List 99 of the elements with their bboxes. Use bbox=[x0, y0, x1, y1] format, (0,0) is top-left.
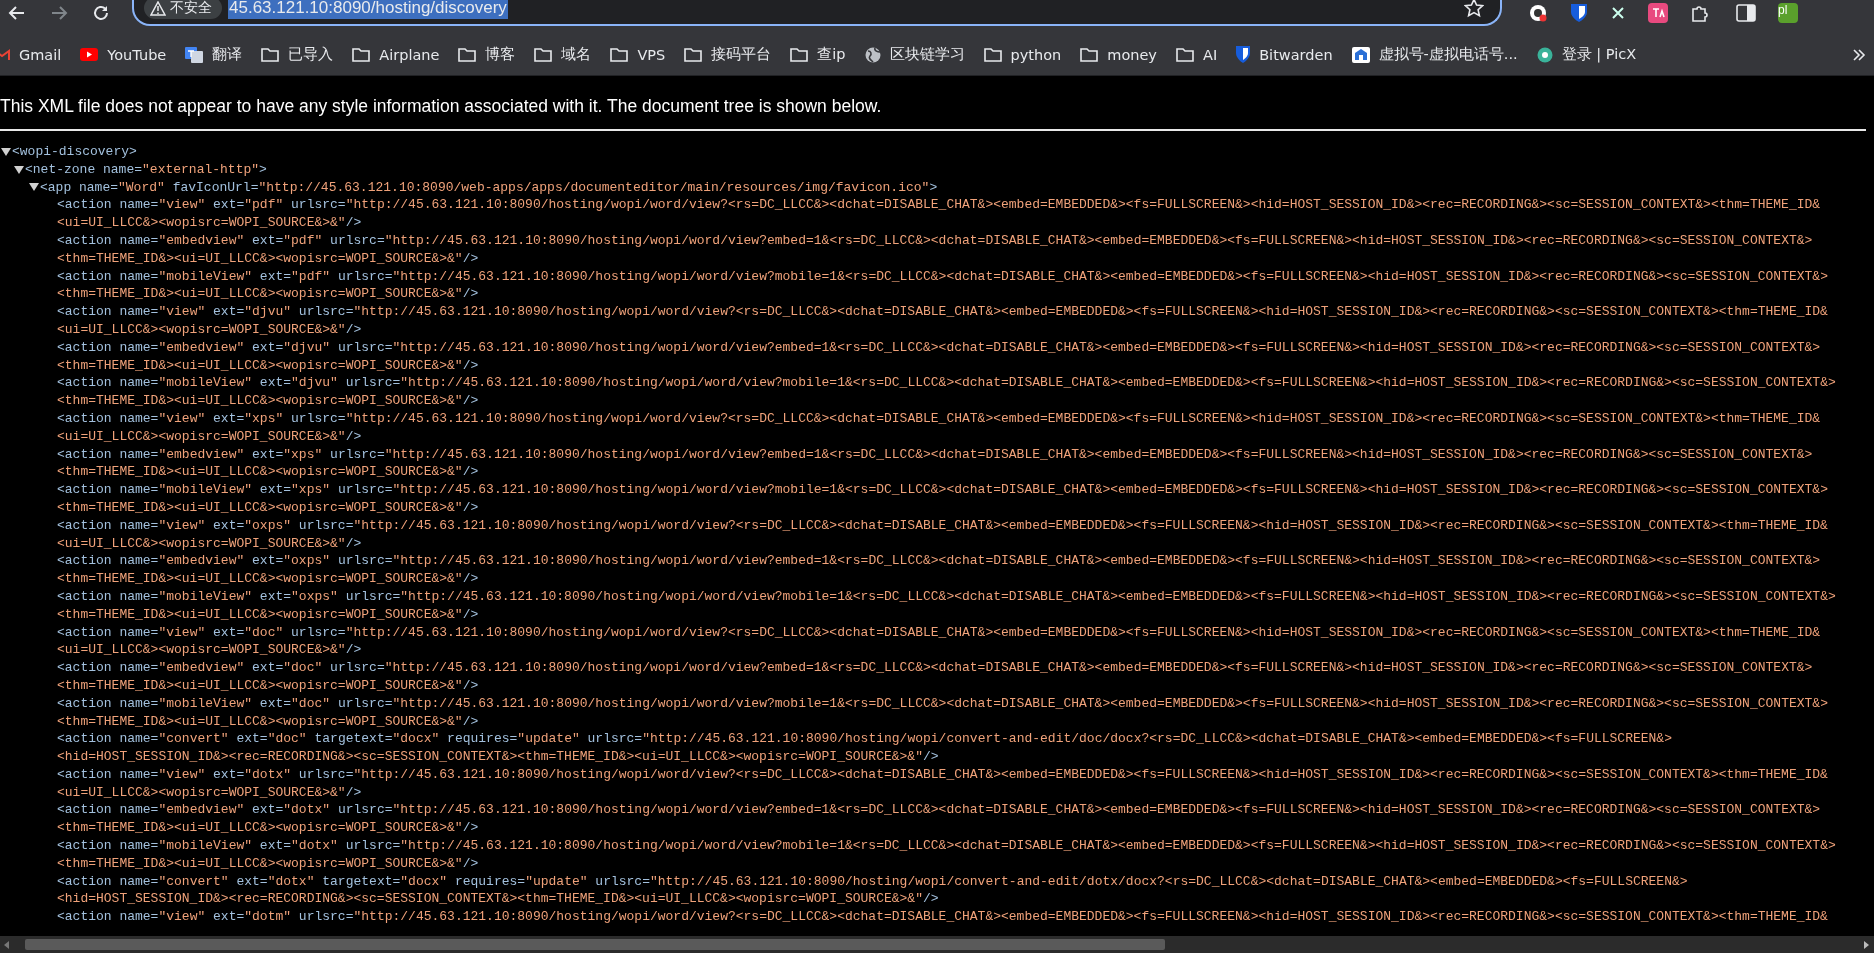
xml-line: <thm=THEME_ID&><ui=UI_LLCC&><wopisrc=WOPI_SOURCE&>&"/> bbox=[57, 854, 479, 873]
xml-line: <action name="embedview" ext="oxps" urlsrc="http://45.63.121.10:8090/hosting/wopi/word/view?embed=1&<rs=DC_LLCC&><dchat=DISABLE_CHAT&><embed=EMBEDDED&><fs=FULLSCREEN&><hid=HOST_SESSION_ID&><rec=RECORDING&><sc=SESSION_CONTEXT&> bbox=[57, 552, 1821, 571]
forward-icon[interactable] bbox=[50, 4, 68, 22]
folder-icon bbox=[684, 47, 703, 62]
xml-line: <action name="view" ext="oxps" urlsrc="http://45.63.121.10:8090/hosting/wopi/word/view?<rs=DC_LLCC&><dchat=DISABLE_CHAT&><embed=EMBEDDED&><fs=FULLSCREEN&><hid=HOST_SESSION_ID&><rec=RECORDING&><sc=SESSION_CONTEXT&><thm=THEME_ID& bbox=[57, 516, 1828, 535]
folder-icon bbox=[261, 47, 280, 62]
scroll-left-icon[interactable] bbox=[3, 940, 11, 949]
xml-line: <action name="convert" ext="doc" targetext="docx" requires="update" urlsrc="http://45.63.121.10:8090/hosting/wopi/convert-and-edit/doc/docx?<rs=DC_LLCC&><dchat=DISABLE_CHAT&><embed=EMBEDDED&><fs=FULLSCREEN&> bbox=[57, 730, 1672, 749]
xml-line: <hid=HOST_SESSION_ID&><rec=RECORDING&><sc=SESSION_CONTEXT&><thm=THEME_ID&><ui=UI_LLCC&><wopisrc=WOPI_SOURCE&>&"/> bbox=[57, 748, 939, 766]
xml-line: <action name="mobileView" ext="dotx" urlsrc="http://45.63.121.10:8090/hosting/wopi/word/view?mobile=1&<rs=DC_LLCC&><dchat=DISABLE_CHAT&><embed=EMBEDDED&><fs=FULLSCREEN&><hid=HOST_SESSION_ID&><rec=RECORDING&><sc=SESSION_CONTEXT&> bbox=[57, 837, 1836, 855]
translate-icon bbox=[185, 46, 204, 63]
bookmark-star-icon[interactable] bbox=[1464, 0, 1484, 18]
xml-line: <thm=THEME_ID&><ui=UI_LLCC&><wopisrc=WOPI_SOURCE&>&"/> bbox=[57, 570, 479, 588]
bookmark[interactable]: 区块链学习 bbox=[854, 41, 974, 68]
xml-line: <action name="convert" ext="dotx" targetext="docx" requires="update" urlsrc="http://45.63.121.10:8090/hosting/wopi/convert-and-edit/dotx/docx?<rs=DC_LLCC&><dchat=DISABLE_CHAT&><embed=EMBEDDED&><fs=FULLSCREEN&> bbox=[57, 872, 1688, 891]
xml-line: <ui=UI_LLCC&><wopisrc=WOPI_SOURCE&>&"/> bbox=[57, 783, 362, 802]
url-text: 45.63.121.10:8090/hosting/discovery bbox=[228, 0, 508, 19]
bookmark[interactable]: AI bbox=[1165, 42, 1227, 67]
bookmark[interactable]: 已导入 bbox=[251, 41, 343, 68]
xml-tag: <wopi-discovery> bbox=[12, 143, 137, 161]
bookmark[interactable]: money bbox=[1070, 42, 1166, 67]
folder-icon bbox=[983, 47, 1002, 62]
xml-line: <thm=THEME_ID&><ui=UI_LLCC&><wopisrc=WOPI_SOURCE&>&"/> bbox=[57, 463, 479, 482]
expand-triangle-icon[interactable] bbox=[28, 182, 40, 193]
xml-line: <thm=THEME_ID&><ui=UI_LLCC&><wopisrc=WOPI_SOURCE&>&"/> bbox=[57, 392, 479, 410]
xml-line: <action name="mobileView" ext="pdf" urlsrc="http://45.63.121.10:8090/hosting/wopi/word/view?mobile=1&<rs=DC_LLCC&><dchat=DISABLE_CHAT&><embed=EMBEDDED&><fs=FULLSCREEN&><hid=HOST_SESSION_ID&><rec=RECORDING&><sc=SESSION_CONTEXT&> bbox=[57, 267, 1828, 286]
xml-line: <action name="view" ext="dotm" urlsrc="http://45.63.121.10:8090/hosting/wopi/word/view?<rs=DC_LLCC&><dchat=DISABLE_CHAT&><embed=EMBEDDED&><fs=FULLSCREEN&><hid=HOST_SESSION_ID&><rec=RECORDING&><sc=SESSION_CONTEXT&><thm=THEME_ID& bbox=[57, 908, 1828, 927]
folder-icon bbox=[458, 47, 477, 62]
site-icon bbox=[1351, 46, 1370, 63]
xml-line: <ui=UI_LLCC&><wopisrc=WOPI_SOURCE&>&"/> bbox=[57, 641, 362, 660]
bookmark[interactable]: Bitwarden bbox=[1226, 42, 1342, 67]
xml-line: <action name="view" ext="dotx" urlsrc="http://45.63.121.10:8090/hosting/wopi/word/view?<rs=DC_LLCC&><dchat=DISABLE_CHAT&><embed=EMBEDDED&><fs=FULLSCREEN&><hid=HOST_SESSION_ID&><rec=RECORDING&><sc=SESSION_CONTEXT&><thm=THEME_ID& bbox=[57, 765, 1828, 784]
xml-line: <action name="mobileView" ext="oxps" urlsrc="http://45.63.121.10:8090/hosting/wopi/word/view?mobile=1&<rs=DC_LLCC&><dchat=DISABLE_CHAT&><embed=EMBEDDED&><fs=FULLSCREEN&><hid=HOST_SESSION_ID&><rec=RECORDING&><sc=SESSION_CONTEXT&> bbox=[57, 587, 1836, 606]
bookmark[interactable]: python bbox=[973, 42, 1071, 67]
xml-line: <thm=THEME_ID&><ui=UI_LLCC&><wopisrc=WOPI_SOURCE&>&"/> bbox=[57, 605, 479, 624]
play-icon bbox=[80, 48, 99, 61]
bookmark[interactable]: VPS bbox=[600, 42, 675, 67]
xml-line: <action name="embedview" ext="djvu" urlsrc="http://45.63.121.10:8090/hosting/wopi/word/view?embed=1&<rs=DC_LLCC&><dchat=DISABLE_CHAT&><embed=EMBEDDED&><fs=FULLSCREEN&><hid=HOST_SESSION_ID&><rec=RECORDING&><sc=SESSION_CONTEXT&> bbox=[57, 338, 1821, 357]
xml-line: <thm=THEME_ID&><ui=UI_LLCC&><wopisrc=WOPI_SOURCE&>&"/> bbox=[57, 819, 479, 838]
folder-icon bbox=[790, 47, 809, 62]
xml-line: <action name="mobileView" ext="doc" urlsrc="http://45.63.121.10:8090/hosting/wopi/word/view?mobile=1&<rs=DC_LLCC&><dchat=DISABLE_CHAT&><embed=EMBEDDED&><fs=FULLSCREEN&><hid=HOST_SESSION_ID&><rec=RECORDING&><sc=SESSION_CONTEXT&> bbox=[57, 694, 1828, 713]
shield-icon bbox=[1236, 46, 1251, 63]
xml-line: <thm=THEME_ID&><ui=UI_LLCC&><wopisrc=WOPI_SOURCE&>&"/> bbox=[57, 285, 479, 304]
bookmark[interactable]: 接码平台 bbox=[674, 41, 781, 68]
x-icon[interactable] bbox=[1610, 5, 1626, 21]
folder-icon bbox=[534, 47, 553, 62]
bookmark[interactable]: 域名 bbox=[524, 41, 601, 68]
xml-line: <thm=THEME_ID&><ui=UI_LLCC&><wopisrc=WOPI_SOURCE&>&"/> bbox=[57, 356, 479, 375]
xml-line: <action name="embedview" ext="xps" urlsrc="http://45.63.121.10:8090/hosting/wopi/word/view?embed=1&<rs=DC_LLCC&><dchat=DISABLE_CHAT&><embed=EMBEDDED&><fs=FULLSCREEN&><hid=HOST_SESSION_ID&><rec=RECORDING&><sc=SESSION_CONTEXT&> bbox=[57, 445, 1813, 464]
xml-line: <ui=UI_LLCC&><wopisrc=WOPI_SOURCE&>&"/> bbox=[57, 320, 362, 339]
xml-line: <hid=HOST_SESSION_ID&><rec=RECORDING&><sc=SESSION_CONTEXT&><thm=THEME_ID&><ui=UI_LLCC&><wopisrc=WOPI_SOURCE&>&"/> bbox=[57, 890, 939, 909]
address-bar[interactable]: 不安全 45.63.121.10:8090/hosting/discovery bbox=[132, 0, 1502, 26]
scrollbar-thumb[interactable] bbox=[25, 939, 1165, 950]
xml-line: <ui=UI_LLCC&><wopisrc=WOPI_SOURCE&>&"/> bbox=[57, 534, 362, 553]
xml-line: <action name="embedview" ext="pdf" urlsrc="http://45.63.121.10:8090/hosting/wopi/word/view?embed=1&<rs=DC_LLCC&><dchat=DISABLE_CHAT&><embed=EMBEDDED&><fs=FULLSCREEN&><hid=HOST_SESSION_ID&><rec=RECORDING&><sc=SESSION_CONTEXT&> bbox=[57, 232, 1813, 250]
expand-triangle-icon[interactable] bbox=[13, 164, 25, 175]
xml-line: <action name="view" ext="xps" urlsrc="http://45.63.121.10:8090/hosting/wopi/word/view?<rs=DC_LLCC&><dchat=DISABLE_CHAT&><embed=EMBEDDED&><fs=FULLSCREEN&><hid=HOST_SESSION_ID&><rec=RECORDING&><sc=SESSION_CONTEXT&><thm=THEME_ID& bbox=[57, 409, 1821, 428]
warning-icon bbox=[150, 0, 166, 16]
xml-line: <thm=THEME_ID&><ui=UI_LLCC&><wopisrc=WOPI_SOURCE&>&"/> bbox=[57, 712, 479, 731]
picx-icon bbox=[1536, 46, 1553, 63]
security-chip[interactable]: 不安全 bbox=[144, 0, 222, 19]
xml-line: <action name="view" ext="doc" urlsrc="http://45.63.121.10:8090/hosting/wopi/word/view?<rs=DC_LLCC&><dchat=DISABLE_CHAT&><embed=EMBEDDED&><fs=FULLSCREEN&><hid=HOST_SESSION_ID&><rec=RECORDING&><sc=SESSION_CONTEXT&><thm=THEME_ID& bbox=[57, 623, 1821, 642]
scroll-right-icon[interactable] bbox=[1862, 940, 1870, 949]
extension-icon[interactable] bbox=[1528, 3, 1548, 23]
xml-notice: This XML file does not appear to have any style information associated with it. The document tree is shown below. bbox=[0, 76, 1866, 131]
expand-triangle-icon[interactable] bbox=[0, 146, 12, 157]
xml-line: <thm=THEME_ID&><ui=UI_LLCC&><wopisrc=WOPI_SOURCE&>&"/> bbox=[57, 498, 479, 517]
bookmark[interactable]: 查ip bbox=[780, 41, 855, 68]
side-panel-icon[interactable] bbox=[1736, 4, 1756, 22]
reload-icon[interactable] bbox=[92, 4, 110, 22]
globe-icon bbox=[864, 46, 881, 63]
xml-tag: <app name="Word" favIconUrl="http://45.63.121.10:8090/web-apps/apps/documenteditor/main/resources/img/favicon.ico"> bbox=[40, 178, 938, 197]
bookmark[interactable]: 翻译 bbox=[175, 41, 252, 68]
translate-icon[interactable] bbox=[1648, 3, 1668, 23]
folder-icon bbox=[1175, 47, 1194, 62]
xml-line: <action name="mobileView" ext="xps" urlsrc="http://45.63.121.10:8090/hosting/wopi/word/view?mobile=1&<rs=DC_LLCC&><dchat=DISABLE_CHAT&><embed=EMBEDDED&><fs=FULLSCREEN&><hid=HOST_SESSION_ID&><rec=RECORDING&><sc=SESSION_CONTEXT&> bbox=[57, 481, 1828, 499]
more-chevron-icon[interactable] bbox=[1852, 47, 1866, 62]
folder-icon bbox=[610, 47, 629, 62]
xml-tag: <net-zone name="external-http"> bbox=[25, 160, 267, 179]
xml-line: <action name="mobileView" ext="djvu" urlsrc="http://45.63.121.10:8090/hosting/wopi/word/view?mobile=1&<rs=DC_LLCC&><dchat=DISABLE_CHAT&><embed=EMBEDDED&><fs=FULLSCREEN&><hid=HOST_SESSION_ID&><rec=RECORDING&><sc=SESSION_CONTEXT&> bbox=[57, 374, 1836, 393]
xml-line: <thm=THEME_ID&><ui=UI_LLCC&><wopisrc=WOPI_SOURCE&>&"/> bbox=[57, 676, 479, 695]
xml-line: <action name="embedview" ext="dotx" urlsrc="http://45.63.121.10:8090/hosting/wopi/word/view?embed=1&<rs=DC_LLCC&><dchat=DISABLE_CHAT&><embed=EMBEDDED&><fs=FULLSCREEN&><hid=HOST_SESSION_ID&><rec=RECORDING&><sc=SESSION_CONTEXT&> bbox=[57, 801, 1821, 820]
xml-line: <ui=UI_LLCC&><wopisrc=WOPI_SOURCE&>&"/> bbox=[57, 214, 362, 232]
bookmark[interactable]: 登录 | PicX bbox=[1526, 41, 1646, 68]
bookmark[interactable]: 虚拟号-虚拟电话号... bbox=[1341, 41, 1527, 68]
xml-line: <ui=UI_LLCC&><wopisrc=WOPI_SOURCE&>&"/> bbox=[57, 427, 362, 446]
bookmark[interactable]: YouTube bbox=[70, 42, 176, 67]
bookmark[interactable]: Gmail bbox=[0, 42, 71, 67]
xml-line: <thm=THEME_ID&><ui=UI_LLCC&><wopisrc=WOPI_SOURCE&>&"/> bbox=[57, 249, 479, 268]
folder-icon bbox=[352, 47, 371, 62]
xml-line: <action name="view" ext="djvu" urlsrc="http://45.63.121.10:8090/hosting/wopi/word/view?<rs=DC_LLCC&><dchat=DISABLE_CHAT&><embed=EMBEDDED&><fs=FULLSCREEN&><hid=HOST_SESSION_ID&><rec=RECORDING&><sc=SESSION_CONTEXT&><thm=THEME_ID& bbox=[57, 303, 1828, 321]
bookmark[interactable]: Airplane bbox=[342, 42, 449, 67]
back-icon[interactable] bbox=[8, 4, 26, 22]
xml-line: <action name="embedview" ext="doc" urlsrc="http://45.63.121.10:8090/hosting/wopi/word/view?embed=1&<rs=DC_LLCC&><dchat=DISABLE_CHAT&><embed=EMBEDDED&><fs=FULLSCREEN&><hid=HOST_SESSION_ID&><rec=RECORDING&><sc=SESSION_CONTEXT&> bbox=[57, 659, 1813, 677]
xml-line: <action name="view" ext="pdf" urlsrc="http://45.63.121.10:8090/hosting/wopi/word/view?<rs=DC_LLCC&><dchat=DISABLE_CHAT&><embed=EMBEDDED&><fs=FULLSCREEN&><hid=HOST_SESSION_ID&><rec=RECORDING&><sc=SESSION_CONTEXT&><thm=THEME_ID& bbox=[57, 196, 1821, 215]
folder-icon bbox=[1080, 47, 1099, 62]
bookmark[interactable]: 博客 bbox=[448, 41, 525, 68]
shield-icon[interactable] bbox=[1570, 3, 1588, 23]
puzzle-icon[interactable] bbox=[1690, 3, 1710, 23]
